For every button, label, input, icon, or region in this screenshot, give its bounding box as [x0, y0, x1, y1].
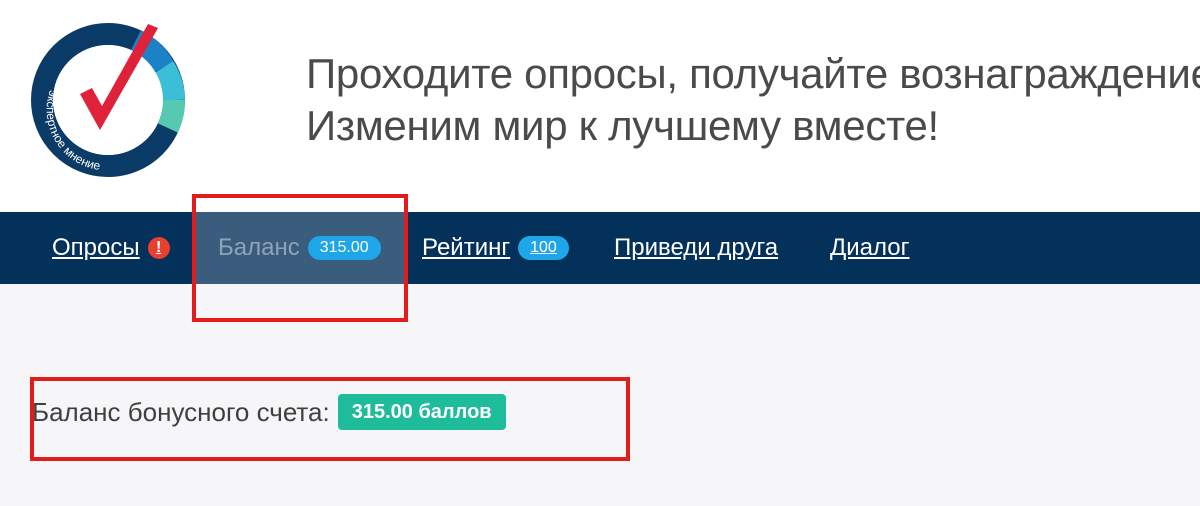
tagline-line-1: Проходите опросы, получайте вознагражден… [306, 50, 1200, 97]
nav-item-surveys[interactable]: Опросы ! [52, 212, 170, 284]
expert-opinion-logo-icon[interactable]: экспертное мнение [28, 20, 188, 180]
header: экспертное мнение Проходите опросы, полу… [0, 0, 1200, 212]
highlight-box-balance-tab [192, 194, 408, 322]
main-navbar: Опросы ! Баланс 315.00 Рейтинг 100 Приве… [0, 212, 1200, 284]
rating-count-badge: 100 [518, 236, 569, 260]
nav-item-dialog[interactable]: Диалог [830, 212, 909, 284]
nav-rating-label[interactable]: Рейтинг [422, 234, 510, 262]
nav-dialog-label[interactable]: Диалог [830, 234, 909, 262]
nav-surveys-label[interactable]: Опросы [52, 234, 140, 262]
alert-icon: ! [147, 237, 170, 259]
nav-invite-label[interactable]: Приведи друга [614, 234, 778, 262]
tagline: Проходите опросы, получайте вознагражден… [306, 48, 1200, 152]
nav-item-invite-friend[interactable]: Приведи друга [614, 212, 778, 284]
highlight-box-balance-summary [30, 377, 630, 461]
tagline-line-2: Изменим мир к лучшему вместе! [306, 102, 939, 149]
nav-item-rating[interactable]: Рейтинг 100 [422, 212, 569, 284]
